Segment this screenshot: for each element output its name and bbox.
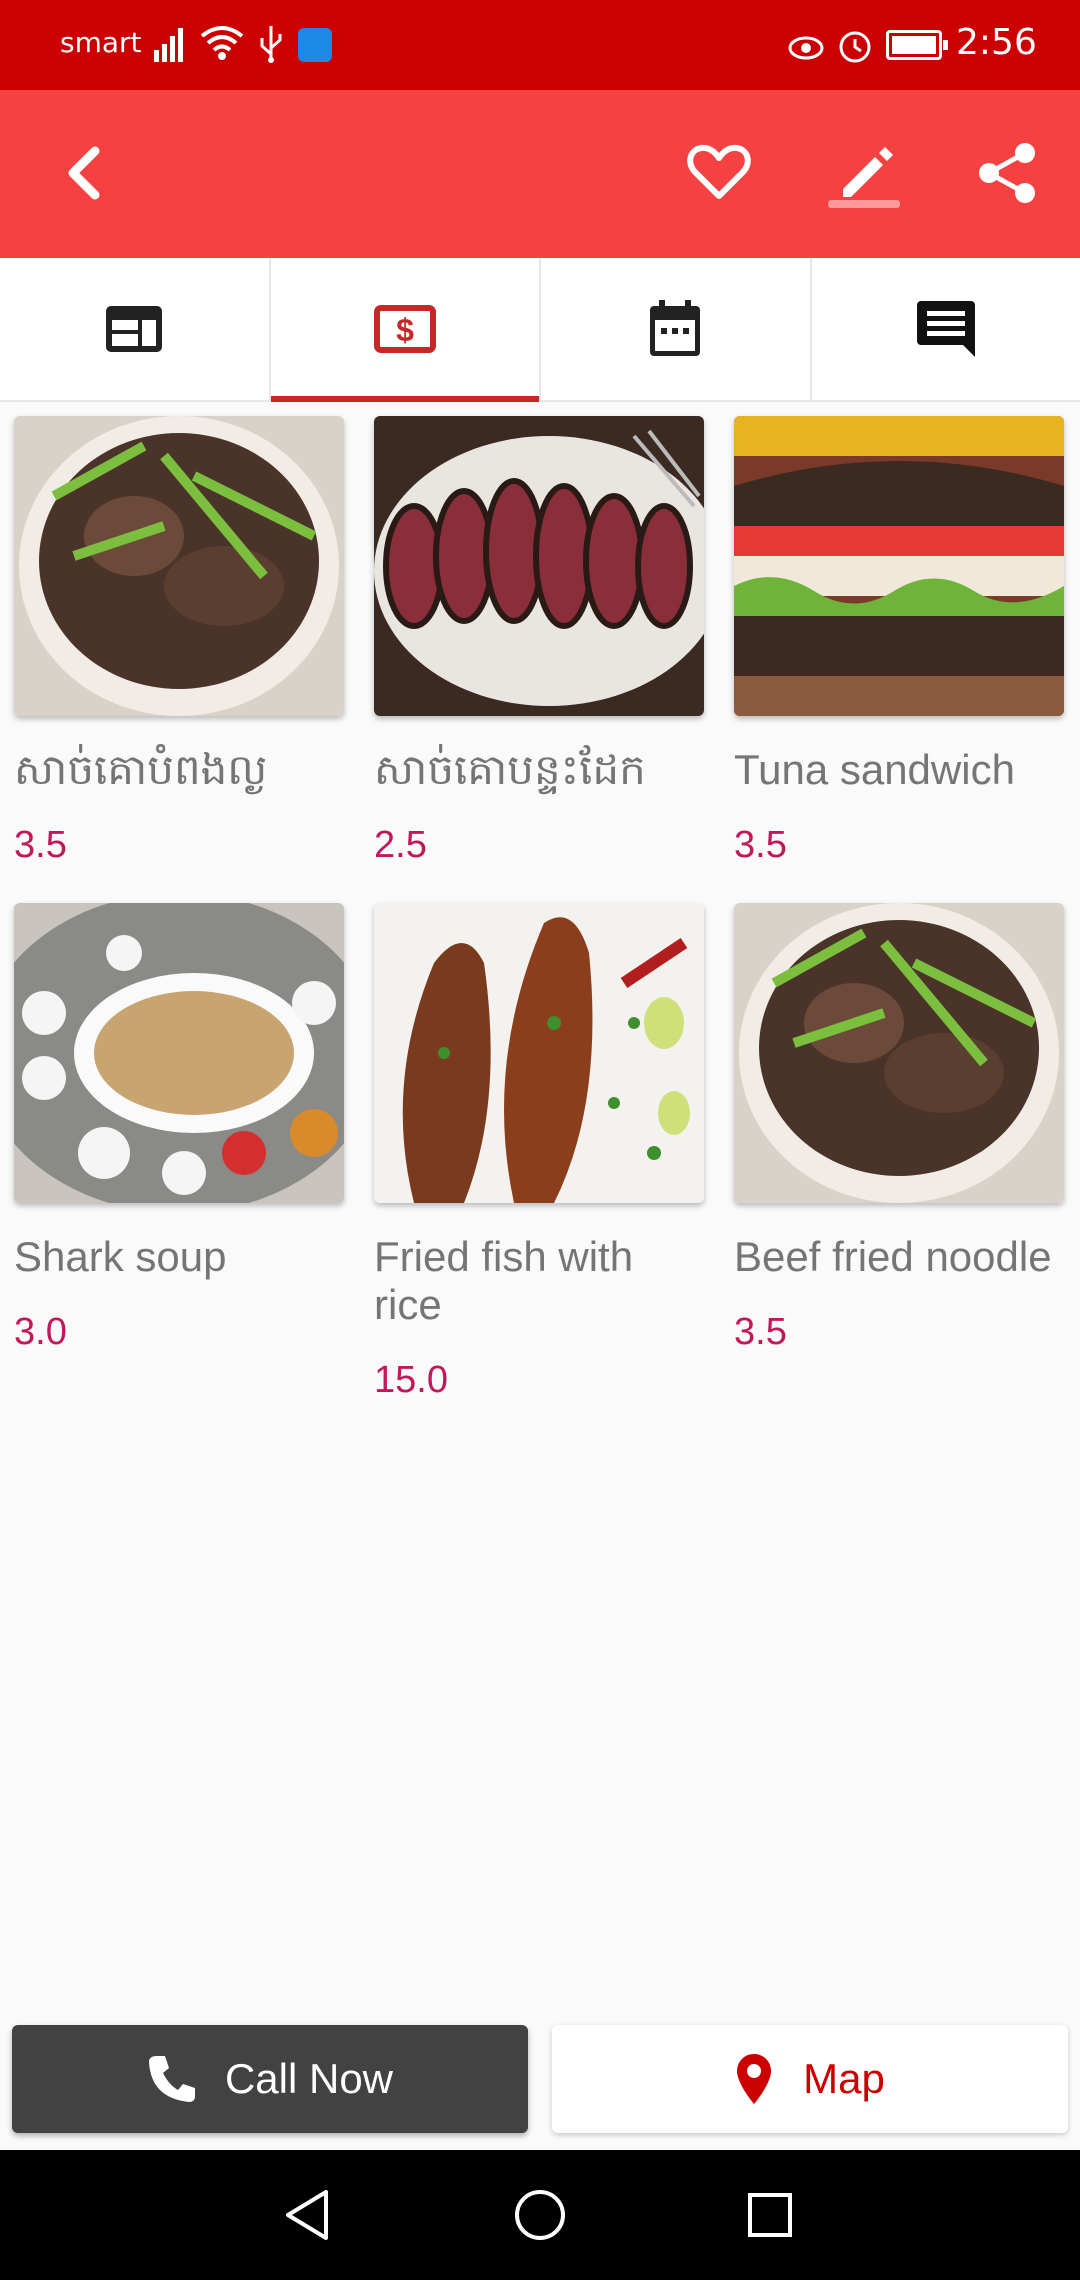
system-nav-bar	[0, 2150, 1080, 2280]
tab-calendar[interactable]	[541, 258, 812, 400]
item-price: 2.5	[374, 824, 427, 866]
circle-home-icon	[515, 2190, 565, 2240]
favorite-button[interactable]	[674, 128, 764, 218]
tab-info[interactable]	[0, 258, 271, 400]
alarm-icon	[839, 31, 871, 63]
item-price: 3.5	[734, 824, 787, 866]
menu-item[interactable]: Beef fried noodle 3.5	[734, 903, 1064, 1438]
web-info-icon	[106, 306, 163, 352]
nav-recents-button[interactable]	[735, 2180, 805, 2250]
map-label: Map	[803, 2055, 885, 2102]
call-now-label: Call Now	[224, 2055, 394, 2102]
item-name: Shark soup	[14, 1233, 227, 1280]
share-button[interactable]	[962, 128, 1052, 218]
edit-indicator	[828, 200, 900, 208]
menu-item[interactable]: Fried fish with rice 15.0	[374, 903, 704, 1438]
dollar-icon: $	[373, 305, 436, 353]
tab-reviews[interactable]	[812, 258, 1080, 400]
food-image	[14, 903, 344, 1203]
item-name: Tuna sandwich	[734, 746, 1015, 793]
comment-icon	[916, 301, 975, 357]
triangle-back-icon	[286, 2190, 328, 2240]
item-price: 3.5	[14, 824, 67, 866]
item-price: 3.5	[734, 1311, 787, 1353]
signal-icon	[154, 28, 183, 62]
arrow-back-icon	[68, 146, 100, 200]
svg-text:$: $	[396, 312, 414, 348]
back-button[interactable]	[40, 128, 130, 218]
item-name: Fried fish with rice	[374, 1233, 634, 1328]
food-image	[14, 416, 344, 716]
status-bar: smart 2:56	[0, 0, 1080, 90]
food-image	[734, 903, 1064, 1203]
item-name: Beef fried noodle	[734, 1233, 1052, 1280]
battery-icon	[886, 30, 948, 60]
heart-outline-icon	[687, 144, 751, 199]
map-button[interactable]: Map	[552, 2025, 1068, 2133]
item-price: 3.0	[14, 1311, 67, 1353]
share-icon	[979, 143, 1035, 203]
call-now-button[interactable]: Call Now	[12, 2025, 528, 2133]
menu-item[interactable]: សាច់គោបំពងល្ង 3.5	[14, 416, 344, 903]
phone-icon	[148, 2056, 195, 2102]
item-name: សាច់គោបន្ទះដែក	[374, 746, 646, 793]
item-name: សាច់គោបំពងល្ង	[14, 746, 268, 793]
clock: 2:56	[956, 22, 1037, 63]
menu-item[interactable]: សាច់គោបន្ទះដែក 2.5	[374, 416, 704, 903]
food-image	[374, 903, 704, 1203]
usb-icon	[260, 26, 282, 63]
calendar-icon	[650, 300, 701, 356]
pencil-icon	[843, 147, 893, 197]
wifi-icon	[200, 26, 244, 60]
tab-menu[interactable]: $	[270, 258, 541, 402]
shield-icon	[298, 28, 332, 62]
square-recents-icon	[748, 2193, 792, 2237]
nav-back-button[interactable]	[272, 2180, 342, 2250]
menu-grid: សាច់គោបំពងល្ង 3.5 សាច់គោបន្ទះដែក 2.5 Tun…	[14, 416, 1066, 1438]
food-image	[734, 416, 1064, 716]
nav-home-button[interactable]	[505, 2180, 575, 2250]
app-bar	[0, 90, 1080, 258]
tab-bar: $	[0, 258, 1080, 402]
carrier-name: smart	[60, 26, 142, 59]
item-price: 15.0	[374, 1359, 448, 1401]
map-pin-icon	[737, 2054, 772, 2104]
menu-item[interactable]: Tuna sandwich 3.5	[734, 416, 1064, 903]
food-image	[374, 416, 704, 716]
menu-item[interactable]: Shark soup 3.0	[14, 903, 344, 1438]
eye-comfort-icon	[788, 36, 824, 60]
